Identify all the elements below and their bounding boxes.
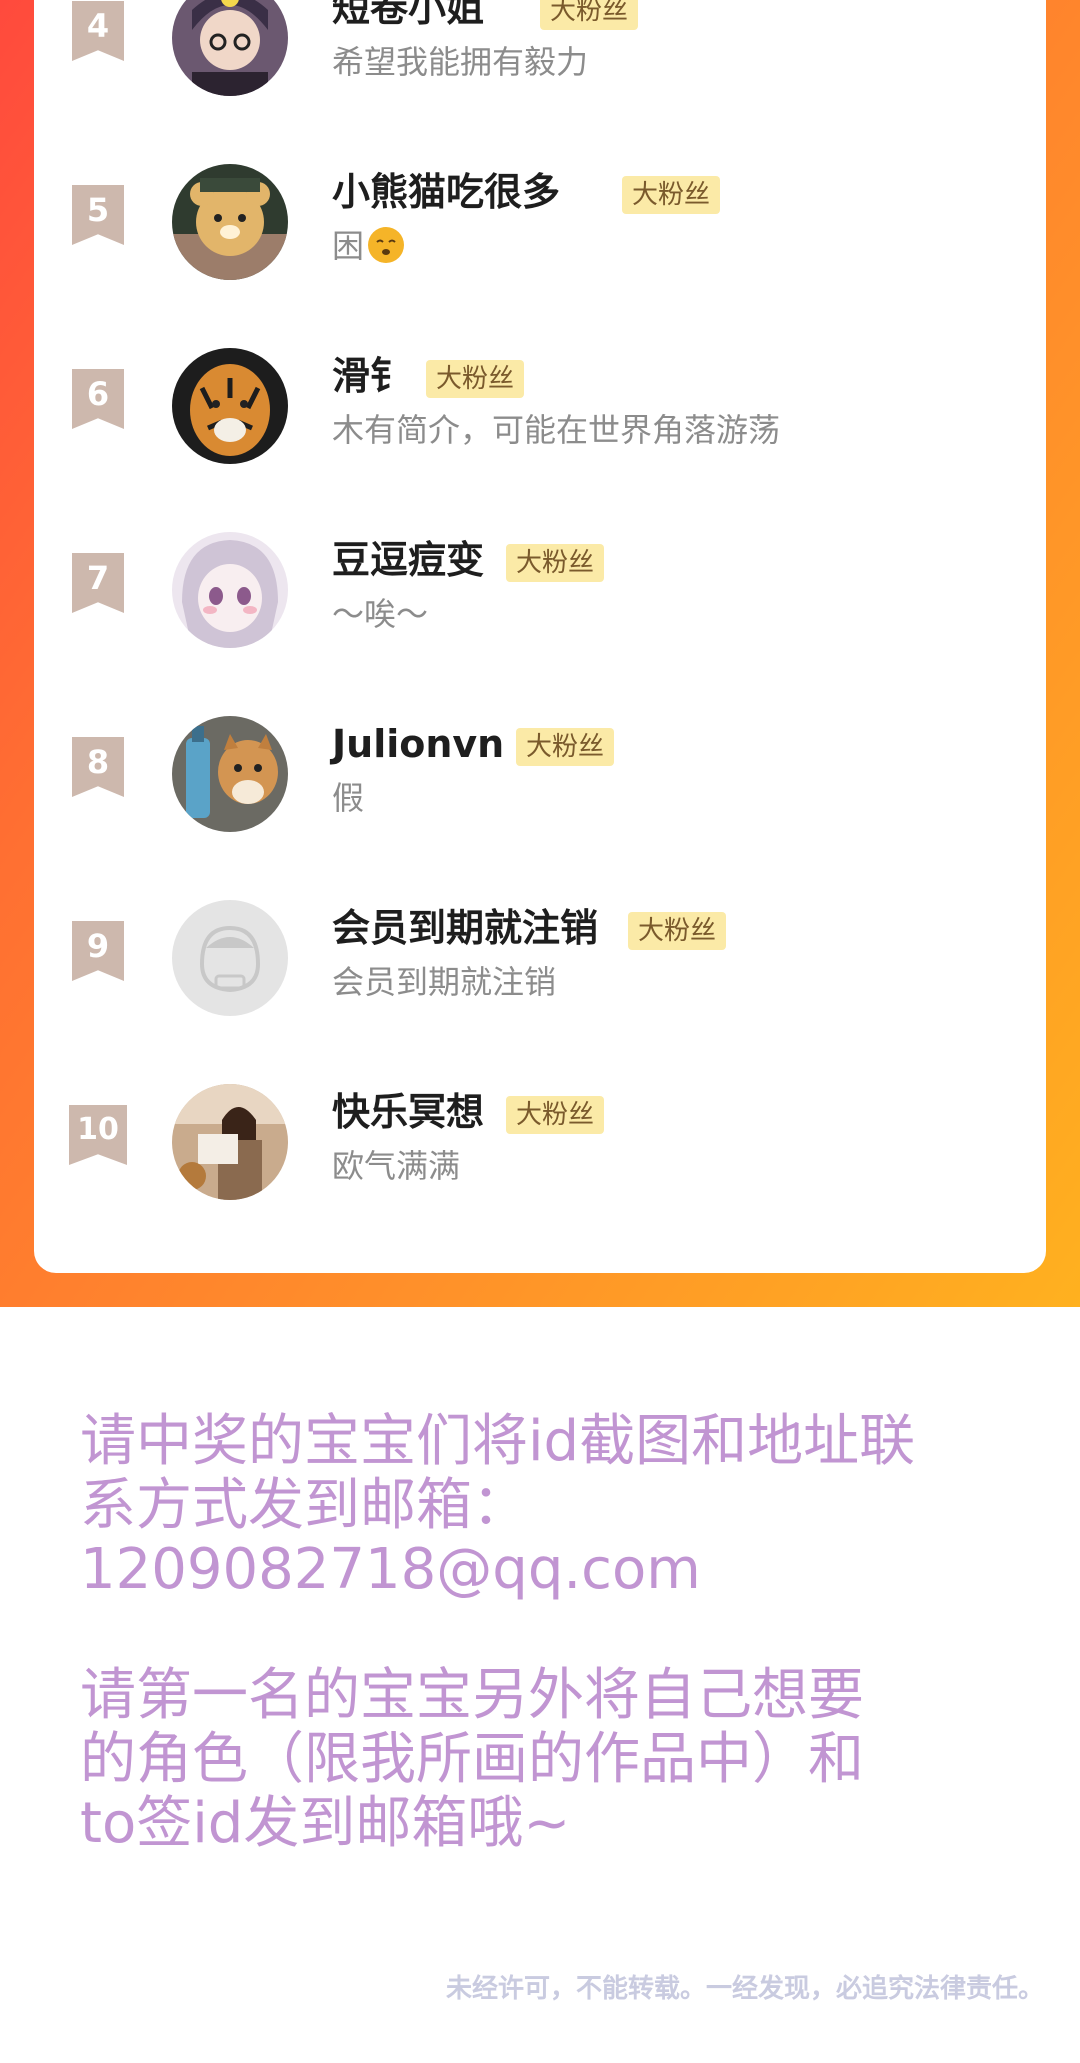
fan-list-item[interactable]: 5 小熊猫吃很多 大粉丝 困 — [34, 164, 1046, 284]
copyright-notice: 未经许可，不能转载。一经发现，必追究法律责任。 — [445, 1974, 1044, 2004]
fan-bio: 欧气满满 — [332, 1147, 461, 1185]
rank-ribbon-icon: 9 — [72, 921, 124, 981]
fan-bio: 希望我能拥有毅力 — [332, 43, 589, 81]
rank-number: 4 — [86, 7, 110, 45]
fan-list-item[interactable]: 7 豆逗痘变 大粉丝 ～唉～ — [34, 532, 1046, 652]
fan-name: 快乐冥想 — [332, 1090, 485, 1134]
rank-number: 6 — [86, 375, 110, 413]
notice-line: 的角色（限我所画的作品中）和 — [80, 1727, 864, 1792]
fan-ranking-card: 4 短卷小姐 大粉丝 希望我能拥有毅力 5 小熊猫吃很多 大粉丝 困 6 滑钅 — [34, 0, 1046, 1273]
ranking-background: 4 短卷小姐 大粉丝 希望我能拥有毅力 5 小熊猫吃很多 大粉丝 困 6 滑钅 — [0, 0, 1080, 1307]
fan-name: 滑钅 — [332, 354, 409, 398]
fan-list-item[interactable]: 4 短卷小姐 大粉丝 希望我能拥有毅力 — [34, 0, 1046, 100]
avatar[interactable] — [172, 0, 288, 96]
fan-bio: ～唉～ — [332, 595, 429, 633]
notice-email: 1209082718@qq.com — [80, 1537, 701, 1602]
fan-level-badge: 大粉丝 — [622, 176, 721, 214]
fan-level-badge: 大粉丝 — [540, 0, 639, 30]
fan-bio: 假 — [332, 779, 365, 817]
avatar[interactable] — [172, 348, 288, 464]
fan-level-badge: 大粉丝 — [628, 912, 727, 950]
rank-ribbon-icon: 6 — [72, 369, 124, 429]
fan-list-item[interactable]: 10 快乐冥想 大粉丝 欧气满满 — [34, 1084, 1046, 1204]
fan-name: 小熊猫吃很多 — [332, 170, 561, 214]
fan-name: 短卷小姐 — [332, 0, 485, 30]
rank-number: 5 — [86, 191, 110, 229]
fan-level-badge: 大粉丝 — [426, 360, 525, 398]
fan-bio: 会员到期就注销 — [332, 963, 557, 1001]
fan-level-badge: 大粉丝 — [506, 544, 605, 582]
fan-bio-wrap: 困 — [332, 224, 405, 268]
fan-level-badge: 大粉丝 — [516, 728, 615, 766]
rank-number: 10 — [77, 1112, 119, 1147]
rank-ribbon-icon: 5 — [72, 185, 124, 245]
rank-number: 8 — [86, 743, 110, 781]
avatar[interactable] — [172, 1084, 288, 1200]
rank-ribbon-icon: 7 — [72, 553, 124, 613]
sleepy-face-emoji-icon — [368, 227, 405, 263]
rank-number: 9 — [86, 927, 110, 965]
notice-line: 请中奖的宝宝们将id截图和地址联 — [80, 1409, 916, 1474]
fan-name: 豆逗痘变 — [332, 538, 485, 582]
fan-level-badge: 大粉丝 — [506, 1096, 605, 1134]
rank-number: 7 — [86, 559, 110, 597]
rank-ribbon-icon: 4 — [72, 1, 124, 61]
fan-list-item[interactable]: 9 会员到期就注销 大粉丝 会员到期就注销 — [34, 900, 1046, 1020]
avatar[interactable] — [172, 532, 288, 648]
fan-bio: 木有简介，可能在世界角落游荡 — [332, 411, 781, 449]
default-avatar[interactable] — [172, 900, 288, 1016]
fan-name: Julionvn — [332, 722, 505, 766]
rank-ribbon-icon: 10 — [69, 1105, 127, 1165]
notice-line: to签id发到邮箱哦~ — [80, 1791, 571, 1856]
notice-line: 请第一名的宝宝另外将自己想要 — [80, 1663, 864, 1728]
avatar[interactable] — [172, 716, 288, 832]
fan-list-item[interactable]: 6 滑钅 大粉丝 木有简介，可能在世界角落游荡 — [34, 348, 1046, 468]
rank-ribbon-icon: 8 — [72, 737, 124, 797]
fan-name: 会员到期就注销 — [332, 906, 599, 950]
fan-list-item[interactable]: 8 Julionvn 大粉丝 假 — [34, 716, 1046, 836]
avatar[interactable] — [172, 164, 288, 280]
fan-bio: 困 — [332, 227, 365, 265]
notice-line: 系方式发到邮箱： — [80, 1473, 528, 1538]
